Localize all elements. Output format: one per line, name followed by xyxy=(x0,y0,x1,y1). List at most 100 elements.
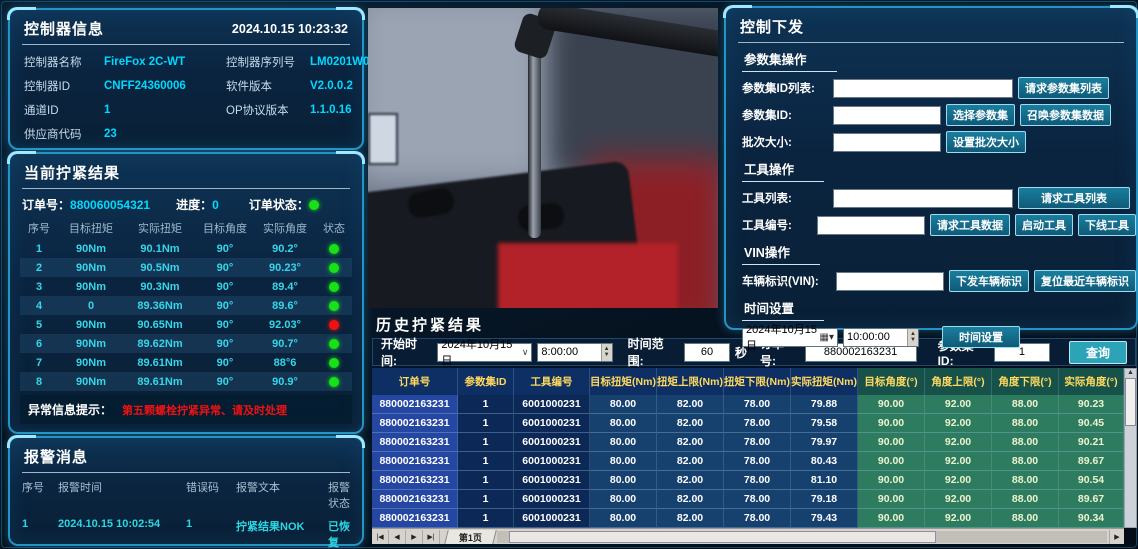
actual-torque: 90.5Nm xyxy=(124,262,196,274)
pager-nav-icon[interactable]: ▶ xyxy=(406,530,423,544)
chevron-down-icon[interactable]: ∨ xyxy=(522,347,529,358)
info-label: 通道ID xyxy=(24,102,104,118)
info-value: 23 xyxy=(104,128,226,140)
photo-monitor xyxy=(368,113,398,165)
pager-nav-icon[interactable]: ◀ xyxy=(389,530,406,544)
history-cell: 1 xyxy=(458,471,514,490)
reset-last-vin-button[interactable]: 复位最近车辆标识 xyxy=(1034,270,1136,292)
target-angle: 90° xyxy=(196,338,254,350)
paramset-id-field[interactable] xyxy=(833,106,941,125)
photo-tool-shaft xyxy=(528,28,541,238)
seq-no: 8 xyxy=(20,376,58,388)
abnormal-info-bar: 异常信息提示： 第五颗螺栓拧紧异常、请及时处理 xyxy=(20,395,352,424)
status-indicator xyxy=(329,339,339,349)
scrollbar-thumb[interactable] xyxy=(1125,378,1136,426)
seq-no: 6 xyxy=(20,338,58,350)
history-cell: 79.88 xyxy=(791,395,858,414)
vin-label: 车辆标识(VIN): xyxy=(742,273,831,289)
history-cell: 92.00 xyxy=(925,414,992,433)
paramset-section-heading: 参数集操作 xyxy=(742,49,837,72)
actual-torque: 90.1Nm xyxy=(124,243,196,255)
actual-torque: 89.61Nm xyxy=(124,376,196,388)
history-cell: 82.00 xyxy=(657,452,724,471)
select-paramset-button[interactable]: 选择参数集 xyxy=(946,104,1015,126)
history-cell: 90.00 xyxy=(858,395,925,414)
history-row[interactable]: 8800021632311600100023180.0082.0078.0079… xyxy=(372,414,1124,433)
request-paramset-list-button[interactable]: 请求参数集列表 xyxy=(1018,77,1109,99)
controller-info-grid: 控制器名称FireFox 2C-WT控制器序列号LM0201W01ZY00控制器… xyxy=(10,45,362,151)
history-cell: 6001000231 xyxy=(514,509,590,528)
abnormal-info-label: 异常信息提示： xyxy=(28,401,112,418)
set-time-spinner[interactable]: 10:00:00 ▲▼ xyxy=(843,328,919,347)
column-header: 报警状态 xyxy=(328,479,350,511)
set-date-picker[interactable]: 2024年10月15日 ▦▾ xyxy=(742,328,838,347)
status-cell xyxy=(316,319,352,331)
scroll-up-icon[interactable]: ▲ xyxy=(1127,369,1134,376)
history-row[interactable]: 8800021632311600100023180.0082.0078.0080… xyxy=(372,452,1124,471)
history-table: 订单号参数集ID工具编号目标扭矩(Nm)扭矩上限(Nm)扭矩下限(Nm)实际扭矩… xyxy=(372,368,1124,528)
column-header: 扭矩上限(Nm) xyxy=(657,368,724,395)
control-dispatch-title: 控制下发 xyxy=(740,16,804,37)
vertical-scrollbar[interactable]: ▲ xyxy=(1124,368,1137,528)
page-tab[interactable]: 第1页 xyxy=(444,530,497,544)
tightening-row: 790Nm89.61Nm90°88°6 xyxy=(20,353,352,372)
target-angle: 90° xyxy=(196,262,254,274)
history-row[interactable]: 8800021632311600100023180.0082.0078.0079… xyxy=(372,433,1124,452)
set-time-button[interactable]: 时间设置 xyxy=(942,326,1020,348)
column-header: 目标扭矩 xyxy=(58,220,124,236)
horizontal-scrollbar[interactable] xyxy=(497,531,1107,543)
history-cell: 880002163231 xyxy=(372,414,458,433)
history-row[interactable]: 8800021632311600100023180.0082.0078.0081… xyxy=(372,471,1124,490)
info-label: OP协议版本 xyxy=(226,102,310,118)
time-range-label: 时间范围: xyxy=(628,335,679,369)
batch-size-input[interactable] xyxy=(833,133,941,152)
actual-angle: 90.7° xyxy=(254,338,316,350)
pager-nav-icon[interactable]: |◀ xyxy=(372,530,389,544)
recall-paramset-data-button[interactable]: 召唤参数集数据 xyxy=(1020,104,1111,126)
history-row[interactable]: 8800021632311600100023180.0082.0078.0079… xyxy=(372,490,1124,509)
start-time-value: 8:00:00 xyxy=(541,346,578,358)
history-cell: 1 xyxy=(458,509,514,528)
spinner-arrows-icon[interactable]: ▲▼ xyxy=(601,344,612,361)
history-cell: 92.00 xyxy=(925,490,992,509)
spinner-arrows-icon[interactable]: ▲▼ xyxy=(907,329,918,346)
tool-no-input[interactable] xyxy=(817,216,925,235)
history-row[interactable]: 8800021632311600100023180.0082.0078.0079… xyxy=(372,395,1124,414)
history-cell: 90.54 xyxy=(1059,471,1124,490)
alarm-row: 12024.10.15 10:02:541拧紧结果NOK已恢复 xyxy=(22,515,350,549)
tool-list-input[interactable] xyxy=(833,189,1013,208)
start-time-spinner[interactable]: 8:00:00 ▲▼ xyxy=(537,343,612,362)
history-cell: 90.00 xyxy=(858,471,925,490)
history-cell: 82.00 xyxy=(657,395,724,414)
calendar-icon[interactable]: ▦▾ xyxy=(820,332,834,343)
set-batch-size-button[interactable]: 设置批次大小 xyxy=(946,131,1026,153)
history-cell: 78.00 xyxy=(724,509,791,528)
time-range-input[interactable] xyxy=(684,343,730,362)
time-section-heading: 时间设置 xyxy=(742,298,824,321)
column-header: 扭矩下限(Nm) xyxy=(724,368,791,395)
info-value: 1 xyxy=(104,104,226,116)
column-header: 目标扭矩(Nm) xyxy=(590,368,657,395)
history-cell: 90.45 xyxy=(1059,414,1124,433)
paramset-idlist-input[interactable] xyxy=(833,79,1013,98)
history-title: 历史拧紧结果 xyxy=(376,314,484,335)
request-tool-list-button[interactable]: 请求工具列表 xyxy=(1018,187,1130,209)
pager-nav-icon[interactable]: ▶| xyxy=(423,530,440,544)
horizontal-scrollbar-thumb[interactable] xyxy=(509,531,936,543)
actual-angle: 90.23° xyxy=(254,262,316,274)
vin-input[interactable] xyxy=(836,272,944,291)
paramset-idlist-label: 参数集ID列表: xyxy=(742,80,828,96)
history-cell: 6001000231 xyxy=(514,395,590,414)
history-row[interactable]: 8800021632311600100023180.0082.0078.0079… xyxy=(372,509,1124,528)
seq-no: 5 xyxy=(20,319,58,331)
start-tool-button[interactable]: 启动工具 xyxy=(1015,214,1073,236)
tightening-row: 690Nm89.62Nm90°90.7° xyxy=(20,334,352,353)
column-header: 目标角度 xyxy=(196,220,254,236)
start-date-picker[interactable]: 2024年10月15日 ∨ xyxy=(437,343,532,362)
offline-tool-button[interactable]: 下线工具 xyxy=(1078,214,1136,236)
status-indicator xyxy=(329,301,339,311)
send-vin-button[interactable]: 下发车辆标识 xyxy=(949,270,1029,292)
request-tool-data-button[interactable]: 请求工具数据 xyxy=(930,214,1010,236)
scroll-right-icon[interactable]: ▶ xyxy=(1109,530,1124,544)
order-status-label: 订单状态： xyxy=(249,196,309,213)
